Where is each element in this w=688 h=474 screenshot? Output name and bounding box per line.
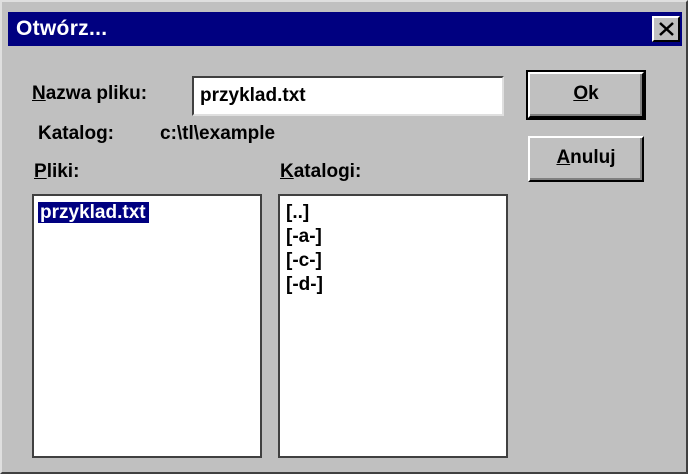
directory-path: c:\tl\example [160, 123, 276, 144]
filename-label-text: azwa pliku: [45, 83, 148, 104]
filename-label-mnemonic: N [32, 83, 46, 104]
files-label-text: liki: [46, 161, 80, 182]
file-list-item-selected[interactable]: przyklad.txt [38, 202, 149, 223]
folder-list-item-drive-c[interactable]: [-c-] [286, 249, 322, 273]
folder-list-item-parent[interactable]: [..] [286, 201, 309, 225]
folder-list-item-drive-a[interactable]: [-a-] [286, 225, 322, 249]
cancel-button-mnemonic: A [556, 147, 571, 168]
folder-list-item-drive-d[interactable]: [-d-] [286, 273, 323, 297]
files-listbox[interactable]: przyklad.txt [32, 194, 262, 458]
ok-button[interactable]: Ok [526, 70, 646, 120]
file-list-item[interactable]: przyklad.txt [38, 201, 149, 225]
dialog-title: Otwórz... [16, 17, 108, 40]
directory-label: Katalog: [38, 123, 114, 144]
cancel-button[interactable]: Anuluj [528, 136, 644, 182]
folders-label: Katalogi: [280, 160, 361, 184]
title-bar[interactable]: Otwórz... [8, 12, 682, 46]
cancel-button-text: nuluj [570, 147, 616, 168]
files-label: Pliki: [34, 160, 79, 184]
open-file-dialog: Otwórz... Nazwa pliku: przyklad.txt Kata… [0, 0, 688, 474]
folders-listbox[interactable]: [..] [-a-] [-c-] [-d-] [278, 194, 508, 458]
filename-label: Nazwa pliku: [32, 82, 147, 106]
ok-button-text: k [588, 83, 599, 104]
files-label-mnemonic: P [34, 161, 47, 182]
filename-input[interactable]: przyklad.txt [192, 76, 504, 116]
close-button[interactable] [652, 16, 680, 42]
close-icon [659, 22, 674, 36]
filename-input-value: przyklad.txt [200, 85, 306, 106]
folders-label-mnemonic: K [280, 161, 294, 182]
ok-button-mnemonic: O [573, 83, 589, 104]
folders-label-text: atalogi: [293, 161, 362, 182]
